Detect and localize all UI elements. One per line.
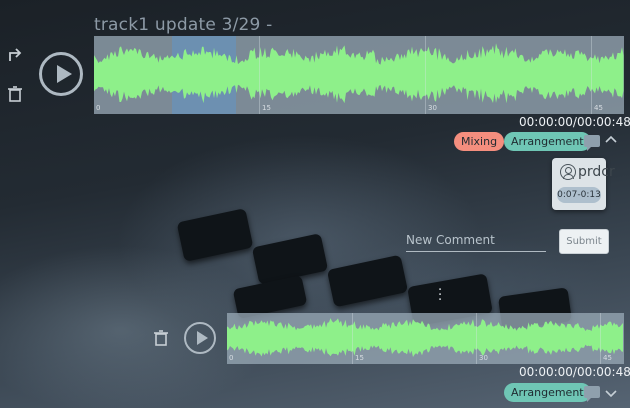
tick-label: 0 xyxy=(229,354,234,362)
chevron-down-icon[interactable] xyxy=(605,388,617,403)
tick-label: 0 xyxy=(96,104,101,112)
submit-button[interactable]: Submit xyxy=(559,229,609,254)
tick-label: 45 xyxy=(594,104,603,112)
waveform-graph xyxy=(94,43,624,104)
waveform-track1[interactable]: 0 15 30 45 xyxy=(94,36,624,114)
chevron-up-icon[interactable] xyxy=(605,133,617,148)
tag-mixing[interactable]: Mixing xyxy=(454,132,505,151)
waveform-shape xyxy=(94,43,624,104)
tag-arrangement[interactable]: Arrangement xyxy=(504,383,591,402)
tick-line xyxy=(352,313,353,364)
background-mixer-knob xyxy=(326,254,409,308)
comment-card[interactable]: prdcr 0:07-0:13 xyxy=(552,158,615,210)
tick-label: 30 xyxy=(428,104,437,112)
comment-author: prdcr xyxy=(560,164,615,180)
tick-line xyxy=(600,313,601,364)
waveform-track2[interactable]: 0 15 30 45 xyxy=(227,313,624,364)
playback-time: 00:00:00/00:00:48 xyxy=(519,115,630,129)
comment-icon[interactable] xyxy=(584,135,600,151)
play-button[interactable] xyxy=(39,52,83,96)
tick-label: 30 xyxy=(479,354,488,362)
track-title: track1 update 3/29 - xyxy=(94,15,273,35)
new-comment-input[interactable] xyxy=(406,228,546,252)
tick-line xyxy=(425,36,426,114)
kebab-menu-icon[interactable]: · · · xyxy=(438,284,442,307)
trash-icon[interactable] xyxy=(154,330,168,350)
tick-line xyxy=(259,36,260,114)
playback-time: 00:00:00/00:00:48 xyxy=(519,365,630,379)
tick-label: 15 xyxy=(355,354,364,362)
comment-icon[interactable] xyxy=(584,386,600,402)
tick-label: 15 xyxy=(262,104,271,112)
comment-username: prdcr xyxy=(578,164,615,180)
play-button[interactable] xyxy=(184,322,216,354)
tick-line xyxy=(476,313,477,364)
waveform-graph xyxy=(227,318,623,357)
waveform-shape xyxy=(227,318,623,357)
tick-line xyxy=(591,36,592,114)
tag-arrangement[interactable]: Arrangement xyxy=(504,132,591,151)
comment-time-range[interactable]: 0:07-0:13 xyxy=(557,187,601,203)
background-mixer-knob xyxy=(176,208,254,262)
user-circle-icon xyxy=(560,164,576,180)
share-arrow-icon[interactable] xyxy=(7,46,23,66)
trash-icon[interactable] xyxy=(8,86,22,106)
tick-label: 45 xyxy=(603,354,612,362)
